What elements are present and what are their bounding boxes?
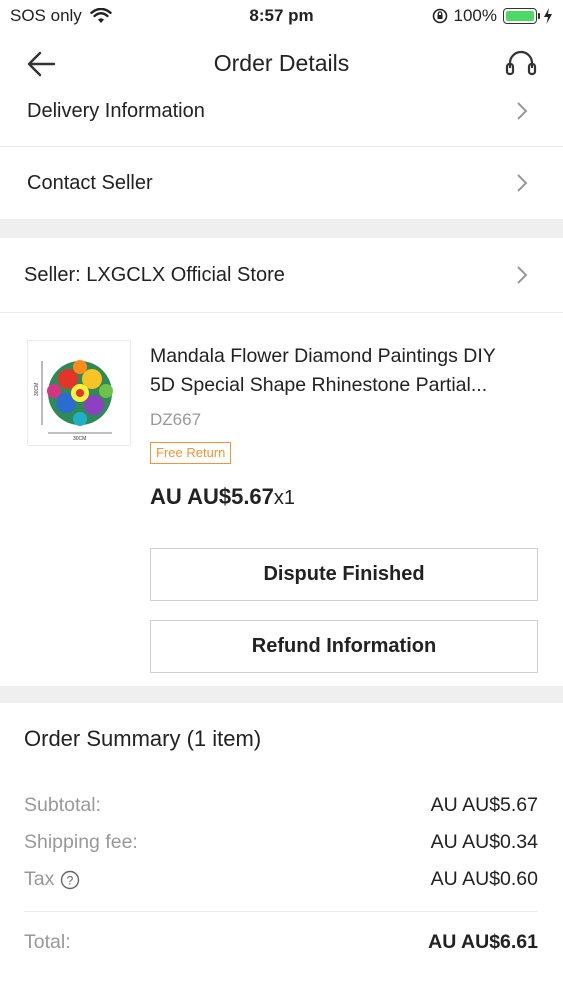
help-icon[interactable]: ? bbox=[60, 870, 80, 890]
contact-seller-row[interactable]: Contact Seller bbox=[0, 147, 563, 219]
seller-row[interactable]: Seller: LXGCLX Official Store bbox=[0, 238, 563, 312]
tax-row: Tax ? AU AU$0.60 bbox=[24, 868, 538, 891]
product-title[interactable]: Mandala Flower Diamond Paintings DIY 5D … bbox=[150, 342, 545, 400]
status-bar: SOS only 8:57 pm 100% bbox=[0, 0, 563, 32]
dispute-finished-button[interactable]: Dispute Finished bbox=[150, 548, 538, 601]
nav-bar: Order Details bbox=[0, 38, 563, 90]
shipping-row: Shipping fee: AU AU$0.34 bbox=[24, 831, 538, 854]
contact-seller-label: Contact Seller bbox=[27, 171, 153, 194]
section-gap bbox=[0, 686, 563, 703]
total-row: Total: AU AU$6.61 bbox=[24, 931, 538, 954]
product-image[interactable]: 30CM 30CM bbox=[27, 340, 131, 446]
shipping-label: Shipping fee: bbox=[24, 831, 138, 853]
charging-icon bbox=[544, 8, 552, 24]
chevron-right-icon bbox=[517, 174, 528, 192]
mandala-image: 30CM 30CM bbox=[28, 341, 130, 445]
section-gap bbox=[0, 219, 563, 238]
order-summary-title: Order Summary (1 item) bbox=[24, 726, 262, 751]
tax-label: Tax bbox=[24, 868, 55, 890]
product-title-line-2: 5D Special Shape Rhinestone Partial... bbox=[150, 374, 488, 396]
shipping-value: AU AU$0.34 bbox=[430, 831, 538, 853]
product-price: AU AU$5.67x1 bbox=[150, 484, 295, 510]
battery-percent: 100% bbox=[453, 6, 497, 25]
svg-text:?: ? bbox=[67, 873, 74, 887]
image-dim-bottom: 30CM bbox=[73, 436, 86, 442]
chevron-right-icon bbox=[517, 266, 528, 284]
delivery-information-label: Delivery Information bbox=[27, 99, 205, 122]
battery-icon bbox=[503, 8, 540, 24]
divider bbox=[24, 911, 538, 912]
headset-icon bbox=[505, 50, 537, 76]
seller-name: Seller: LXGCLX Official Store bbox=[24, 263, 285, 286]
status-right: 100% bbox=[432, 6, 553, 26]
customer-support-button[interactable] bbox=[503, 48, 539, 80]
price-value: AU AU$5.67 bbox=[150, 484, 274, 509]
orientation-lock-icon bbox=[432, 8, 447, 24]
image-dim-side: 30CM bbox=[34, 383, 40, 396]
product-sku: DZ667 bbox=[150, 410, 202, 429]
divider bbox=[0, 312, 563, 313]
subtotal-value: AU AU$5.67 bbox=[430, 794, 538, 816]
free-return-badge: Free Return bbox=[150, 442, 232, 464]
tax-value: AU AU$0.60 bbox=[430, 868, 538, 890]
page-title: Order Details bbox=[213, 50, 350, 76]
total-value: AU AU$6.61 bbox=[428, 931, 538, 953]
subtotal-row: Subtotal: AU AU$5.67 bbox=[24, 794, 538, 817]
subtotal-label: Subtotal: bbox=[24, 794, 101, 816]
product-title-line-1: Mandala Flower Diamond Paintings DIY bbox=[150, 345, 496, 367]
refund-information-button[interactable]: Refund Information bbox=[150, 620, 538, 673]
tax-label-group: Tax ? bbox=[24, 868, 80, 891]
total-label: Total: bbox=[24, 931, 71, 953]
quantity: x1 bbox=[273, 487, 296, 509]
delivery-information-row[interactable]: Delivery Information bbox=[0, 88, 563, 134]
chevron-right-icon bbox=[517, 102, 528, 120]
